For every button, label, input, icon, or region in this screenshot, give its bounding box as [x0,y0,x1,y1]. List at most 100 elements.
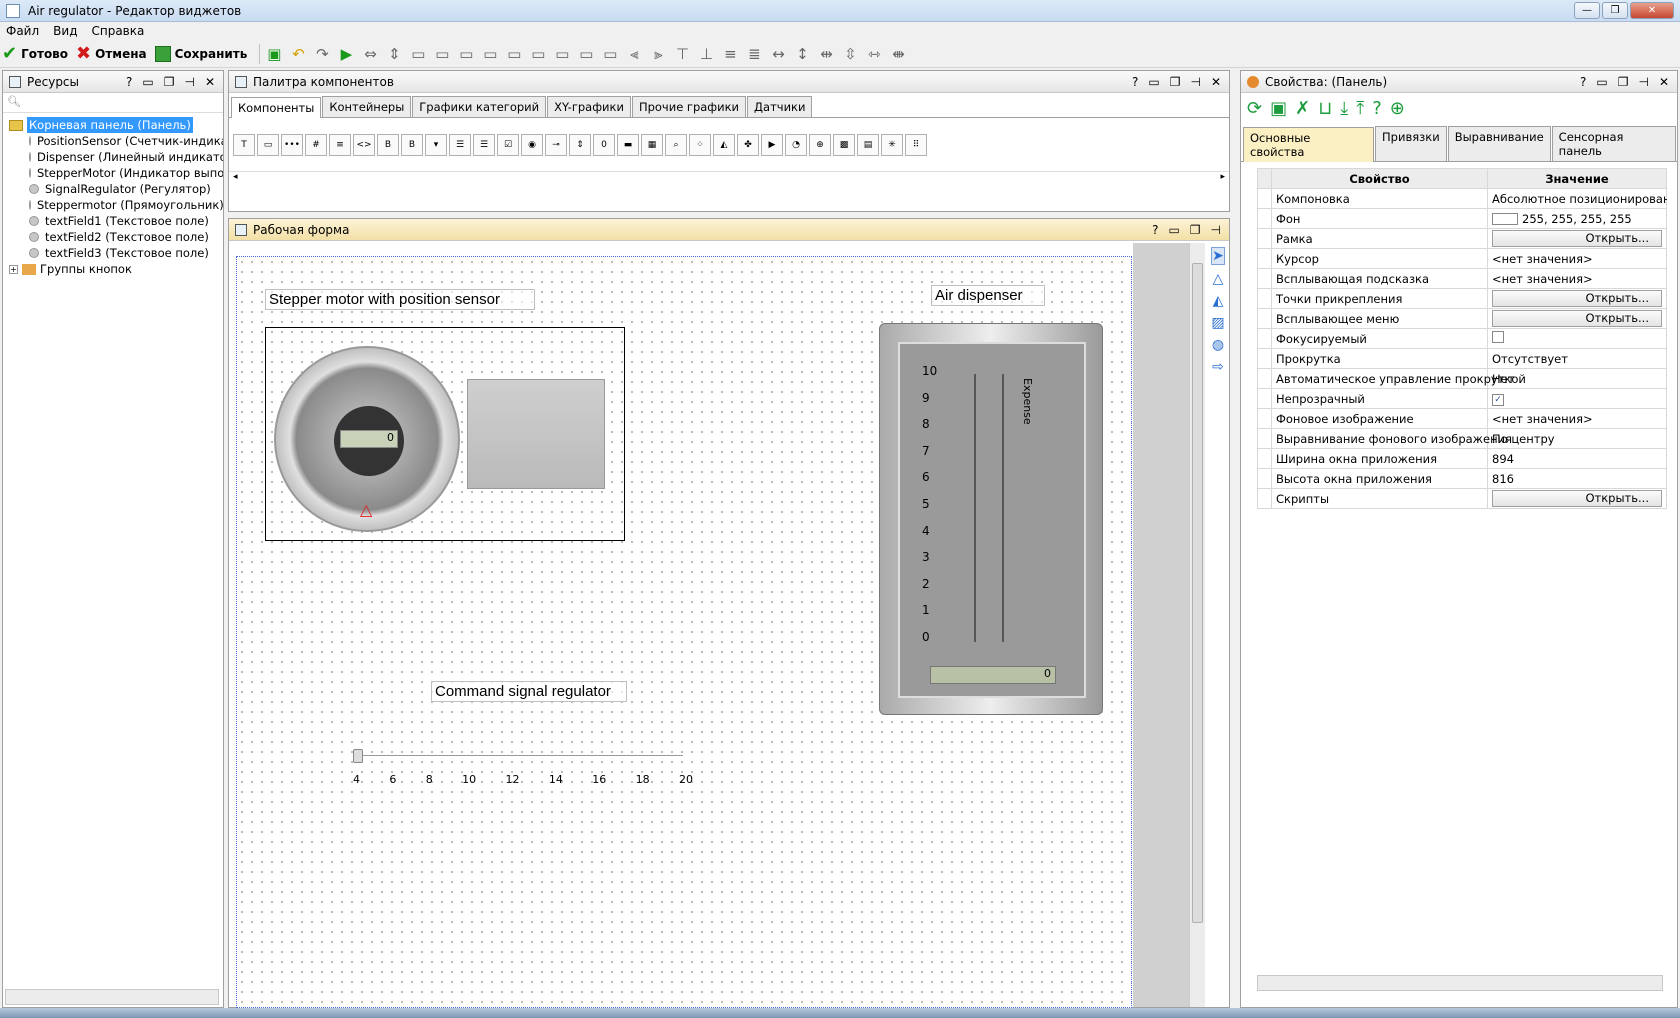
maximize-icon[interactable]: ▭ [1596,75,1607,89]
restore-icon[interactable]: ❐ [1170,75,1181,89]
frame-icon[interactable]: ▣ [264,44,284,64]
spacing-icon[interactable]: ⇿ [864,44,884,64]
progress-indicator[interactable] [467,379,605,489]
save-icon[interactable]: ▣ [1270,98,1287,119]
tab-alignment[interactable]: Выравнивание [1447,126,1551,161]
calculator-icon[interactable]: ▤ [857,133,879,156]
align-bottom-icon[interactable]: ⊥ [696,44,716,64]
palette-hscroll[interactable]: ◂ ▸ [229,172,1229,186]
spacing-icon[interactable]: ⇹ [816,44,836,64]
spacing-icon[interactable]: ⇳ [840,44,860,64]
table-row[interactable]: Курсор <нет значения> [1257,248,1667,269]
align-top-icon[interactable]: ⊤ [672,44,692,64]
tree-root[interactable]: Корневая панель (Панель) [5,117,221,133]
grid-dots-icon[interactable]: ⠿ [905,133,927,156]
redo-icon[interactable]: ↷ [312,44,332,64]
close-icon[interactable]: ✕ [1211,75,1221,89]
save-button[interactable]: Сохранить [154,45,247,62]
text-area-icon[interactable]: ≡ [329,133,351,156]
spacing-icon[interactable]: ⇼ [888,44,908,64]
help-icon[interactable]: ? [1152,223,1158,237]
scatter-icon[interactable]: ⁘ [689,133,711,156]
spinner-icon[interactable]: ⇕ [569,133,591,156]
rectangle-icon[interactable]: ▨ [1211,315,1224,331]
tab-containers[interactable]: Контейнеры [322,96,412,117]
label-command-signal[interactable]: Command signal regulator [431,681,627,702]
restore-icon[interactable]: ❐ [164,75,175,89]
table-row[interactable]: Фоновое изображение <нет значения> [1257,408,1667,429]
done-button[interactable]: ✔ Готово [2,43,68,64]
focusable-checkbox[interactable] [1492,331,1504,343]
restore-icon[interactable]: ❐ [1190,223,1201,237]
tab-other-charts[interactable]: Прочие графики [631,96,747,117]
align-icon[interactable]: ▭ [408,44,428,64]
polygon-icon[interactable]: △ [1213,271,1224,287]
chevron-right-icon[interactable]: ▸ [1220,172,1225,186]
table-row[interactable]: Выравнивание фонового изображения По цент… [1257,428,1667,449]
help-icon[interactable]: ? [1132,75,1138,89]
align-icon[interactable]: ▭ [504,44,524,64]
tree-item[interactable]: Dispenser (Линейный индикатор) [5,149,223,165]
slider-handle[interactable] [353,749,363,763]
shape-icon[interactable]: ◭ [713,133,735,156]
combo-box-icon[interactable]: ▾ [425,133,447,156]
align-middle-icon[interactable]: ≣ [744,44,764,64]
maximize-icon[interactable]: ▭ [1168,223,1179,237]
align-icon[interactable]: ▭ [432,44,452,64]
undo-icon[interactable]: ↶ [288,44,308,64]
progress-icon[interactable]: ▬ [617,133,639,156]
distribute-h-icon[interactable]: ⇔ [360,44,380,64]
text-field-icon[interactable]: ▭ [257,133,279,156]
open-popup-menu-button[interactable]: Открыть... [1492,310,1662,327]
unlock-icon[interactable]: ⊔ [1318,98,1332,119]
table-row[interactable]: Фокусируемый [1257,328,1667,349]
formatted-field-icon[interactable]: # [305,133,327,156]
align-center-icon[interactable]: ≡ [720,44,740,64]
export-icon[interactable]: ⤒ [1356,98,1364,119]
text-icon[interactable]: T [233,133,255,156]
tree-item[interactable]: Steppermotor (Прямоугольник) [5,197,223,213]
same-height-icon[interactable]: ↕ [792,44,812,64]
align-icon[interactable]: ▭ [456,44,476,64]
map-icon[interactable]: ⊕ [809,133,831,156]
align-right-icon[interactable]: ⫸ [648,44,668,64]
restore-icon[interactable]: ❐ [1618,75,1629,89]
dial-icon[interactable]: ◔ [785,133,807,156]
list-icon[interactable]: ☰ [449,133,471,156]
video-icon[interactable]: ▶ [761,133,783,156]
align-icon[interactable]: ▭ [480,44,500,64]
search-input[interactable]: 🔍︎ [3,93,223,113]
tab-basic-properties[interactable]: Основные свойства [1243,127,1375,162]
table-row[interactable]: Компоновка Абсолютное позиционирование [1257,188,1667,209]
pin-icon[interactable]: ⊣ [1190,75,1200,89]
distribute-v-icon[interactable]: ⇕ [384,44,404,64]
tree-group[interactable]: + Группы кнопок [5,261,221,277]
tab-components[interactable]: Компоненты [231,97,322,118]
table-row[interactable]: Рамка Открыть... [1257,228,1667,249]
minimize-button[interactable]: — [1574,2,1600,19]
refresh-icon[interactable]: ⟳ [1247,98,1262,119]
table-row[interactable]: Прокрутка Отсутствует [1257,348,1667,369]
align-icon[interactable]: ▭ [528,44,548,64]
open-scripts-button[interactable]: Открыть... [1492,490,1662,507]
tree-item[interactable]: SignalRegulator (Регулятор) [5,181,221,197]
opaque-checkbox[interactable]: ✓ [1492,394,1504,406]
menu-help[interactable]: Справка [91,24,144,38]
table-row[interactable]: Всплывающая подсказка <нет значения> [1257,268,1667,289]
expand-icon[interactable]: + [9,264,18,274]
same-width-icon[interactable]: ↔ [768,44,788,64]
help-icon[interactable]: ? [1580,75,1586,89]
play-icon[interactable]: ▶ [336,44,356,64]
counter-icon[interactable]: 0 [593,133,615,156]
button-icon[interactable]: B [377,133,399,156]
maximize-icon[interactable]: ▭ [142,75,153,89]
tab-touch-panel[interactable]: Сенсорная панель [1551,126,1676,161]
tree-item[interactable]: PositionSensor (Счетчик-индикатор) [5,133,223,149]
tab-bindings[interactable]: Привязки [1375,126,1447,161]
open-anchors-button[interactable]: Открыть... [1492,290,1662,307]
table-row[interactable]: Непрозрачный ✓ [1257,388,1667,409]
puzzle-icon[interactable]: ✤ [737,133,759,156]
help-icon[interactable]: ? [126,75,132,89]
chevron-left-icon[interactable]: ◂ [233,172,238,186]
pin-icon[interactable]: ⊣ [184,75,194,89]
